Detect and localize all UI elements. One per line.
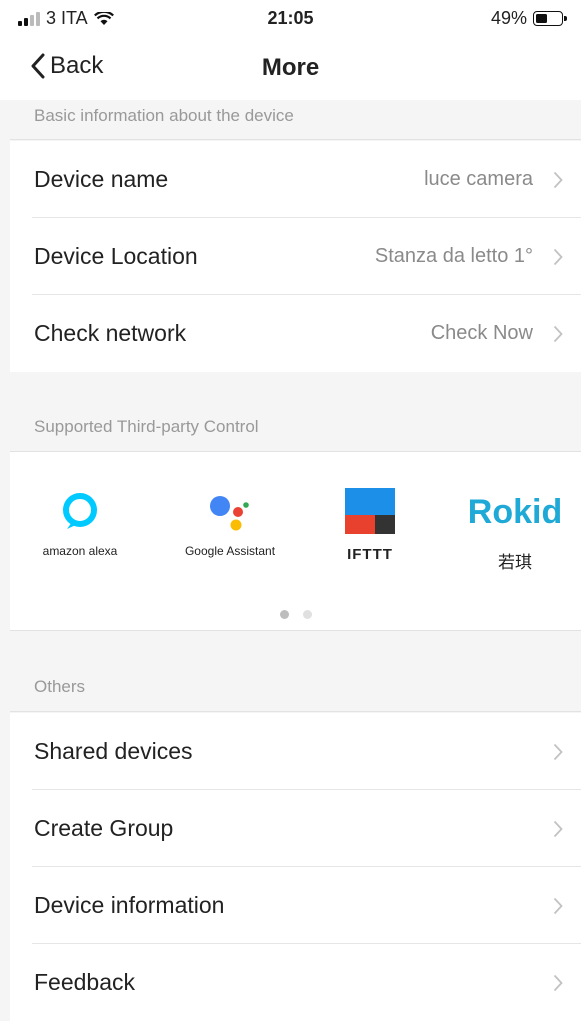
row-label: Device information [34,892,225,918]
device-information-row[interactable]: Device information [10,867,581,944]
battery-fill [536,14,547,23]
chevron-right-icon [553,743,563,760]
shared-devices-row[interactable]: Shared devices [10,713,581,790]
chevron-right-icon [553,820,563,837]
others-header: Others [10,632,581,712]
page-dot[interactable] [302,610,312,619]
check-network-row[interactable]: Check network Check Now [10,295,581,372]
chevron-right-icon [553,974,563,991]
row-label: Create Group [34,815,174,841]
check-network-value: Check Now [430,322,533,344]
partner-rokid[interactable]: Rokid 若琪 [460,482,570,573]
chevron-right-icon [553,171,563,188]
third-party-carousel: amazon alexa Google Assistant IFTTT Roki… [10,452,581,631]
feedback-row[interactable]: Feedback [10,944,581,1021]
navigation-bar: Back More [0,38,581,100]
back-button[interactable]: Back [30,52,103,80]
chevron-right-icon [553,248,563,265]
row-label: Check network [34,320,187,346]
row-label: Device name [34,166,169,192]
chevron-right-icon [553,325,563,342]
row-label: Feedback [34,969,136,995]
third-party-header: Supported Third-party Control [10,372,581,452]
chevron-left-icon [31,53,45,79]
status-right: 49% [490,8,567,29]
partner-google-assistant[interactable]: Google Assistant [170,482,290,558]
ifttt-icon [345,488,395,534]
battery-icon [533,11,567,26]
device-location-value: Stanza da letto 1° [374,245,533,267]
battery-percent: 49% [490,8,527,28]
device-name-value: luce camera [424,168,533,190]
device-location-row[interactable]: Device Location Stanza da letto 1° [10,218,581,295]
partner-alexa[interactable]: amazon alexa [30,482,130,558]
carousel-page-indicator [10,610,581,619]
rokid-icon: Rokid [467,492,563,531]
create-group-row[interactable]: Create Group [10,790,581,867]
page-dot[interactable] [279,610,289,619]
partner-ifttt[interactable]: IFTTT [320,482,420,563]
row-label: Shared devices [34,738,193,764]
google-assistant-icon [210,496,249,531]
partner-name: IFTTT [347,546,393,563]
basic-info-group: Device name luce camera Device Location … [10,141,581,372]
alexa-icon [63,493,97,529]
partner-name: amazon alexa [42,544,118,558]
others-group: Shared devices Create Group Device infor… [10,713,581,1021]
chevron-right-icon [553,897,563,914]
status-bar: 3 ITA 21:05 49% [0,0,581,38]
partner-name: Google Assistant [184,544,276,558]
partner-name: 若琪 [498,553,532,572]
row-label: Device Location [34,243,198,269]
back-label: Back [50,52,104,79]
basic-info-header: Basic information about the device [10,100,581,140]
device-name-row[interactable]: Device name luce camera [10,141,581,218]
